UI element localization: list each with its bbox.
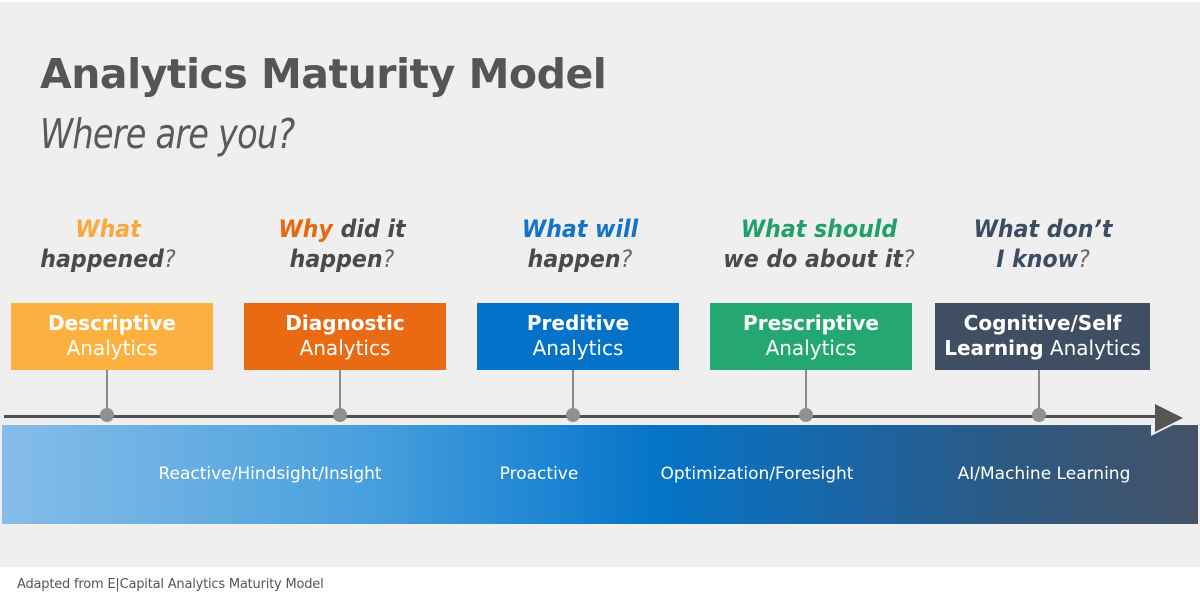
timeline-dot [1032,408,1046,422]
question-descriptive: What happened? [40,215,176,273]
stage-suffix: Analytics [66,336,158,360]
page-subtitle: Where are you? [40,110,295,158]
arrow-right-icon [1155,404,1183,432]
band-label-ai: AI/Machine Learning [957,464,1131,484]
timeline-dot [566,408,580,422]
stage-name: Descriptive [48,311,176,335]
question-diagnostic: Why did it happen? [278,215,406,273]
stage-box-descriptive: Descriptive Analytics [11,303,213,370]
stage-name: Preditive [526,311,630,335]
question-highlight: What will [521,215,639,243]
question-highlight: What don’t [973,215,1113,243]
timeline-dot [100,408,114,422]
stage-box-predictive: Preditive Analytics [477,303,679,370]
question-prescriptive: What should we do about it? [723,215,915,273]
question-highlight: What [75,215,141,243]
timeline-dot [799,408,813,422]
band-label-proactive: Proactive [499,464,579,484]
stage-box-cognitive: Cognitive/Self Learning Analytics [935,303,1150,370]
stage-name: Prescriptive [743,311,879,335]
stage-suffix: Analytics [532,336,624,360]
stage-suffix: Analytics [765,336,857,360]
source-credit: Adapted from E|Capital Analytics Maturit… [17,577,324,592]
stage-suffix: Analytics [299,336,391,360]
question-predictive: What will happen? [521,215,639,273]
stage-suffix: Analytics [1049,336,1141,360]
band-label-optimization: Optimization/Foresight [660,464,854,484]
question-highlight: What should [740,215,898,243]
stage-box-diagnostic: Diagnostic Analytics [244,303,446,370]
question-highlight: Why [278,215,333,243]
stage-box-prescriptive: Prescriptive Analytics [710,303,912,370]
page-title: Analytics Maturity Model [40,50,607,98]
band-label-reactive: Reactive/Hindsight/Insight [158,464,382,484]
question-cognitive: What don’t I know? [973,215,1113,273]
stage-name: Diagnostic [285,311,405,335]
timeline-axis [4,415,1156,418]
question-text: happened [40,245,164,273]
timeline-dot [333,408,347,422]
